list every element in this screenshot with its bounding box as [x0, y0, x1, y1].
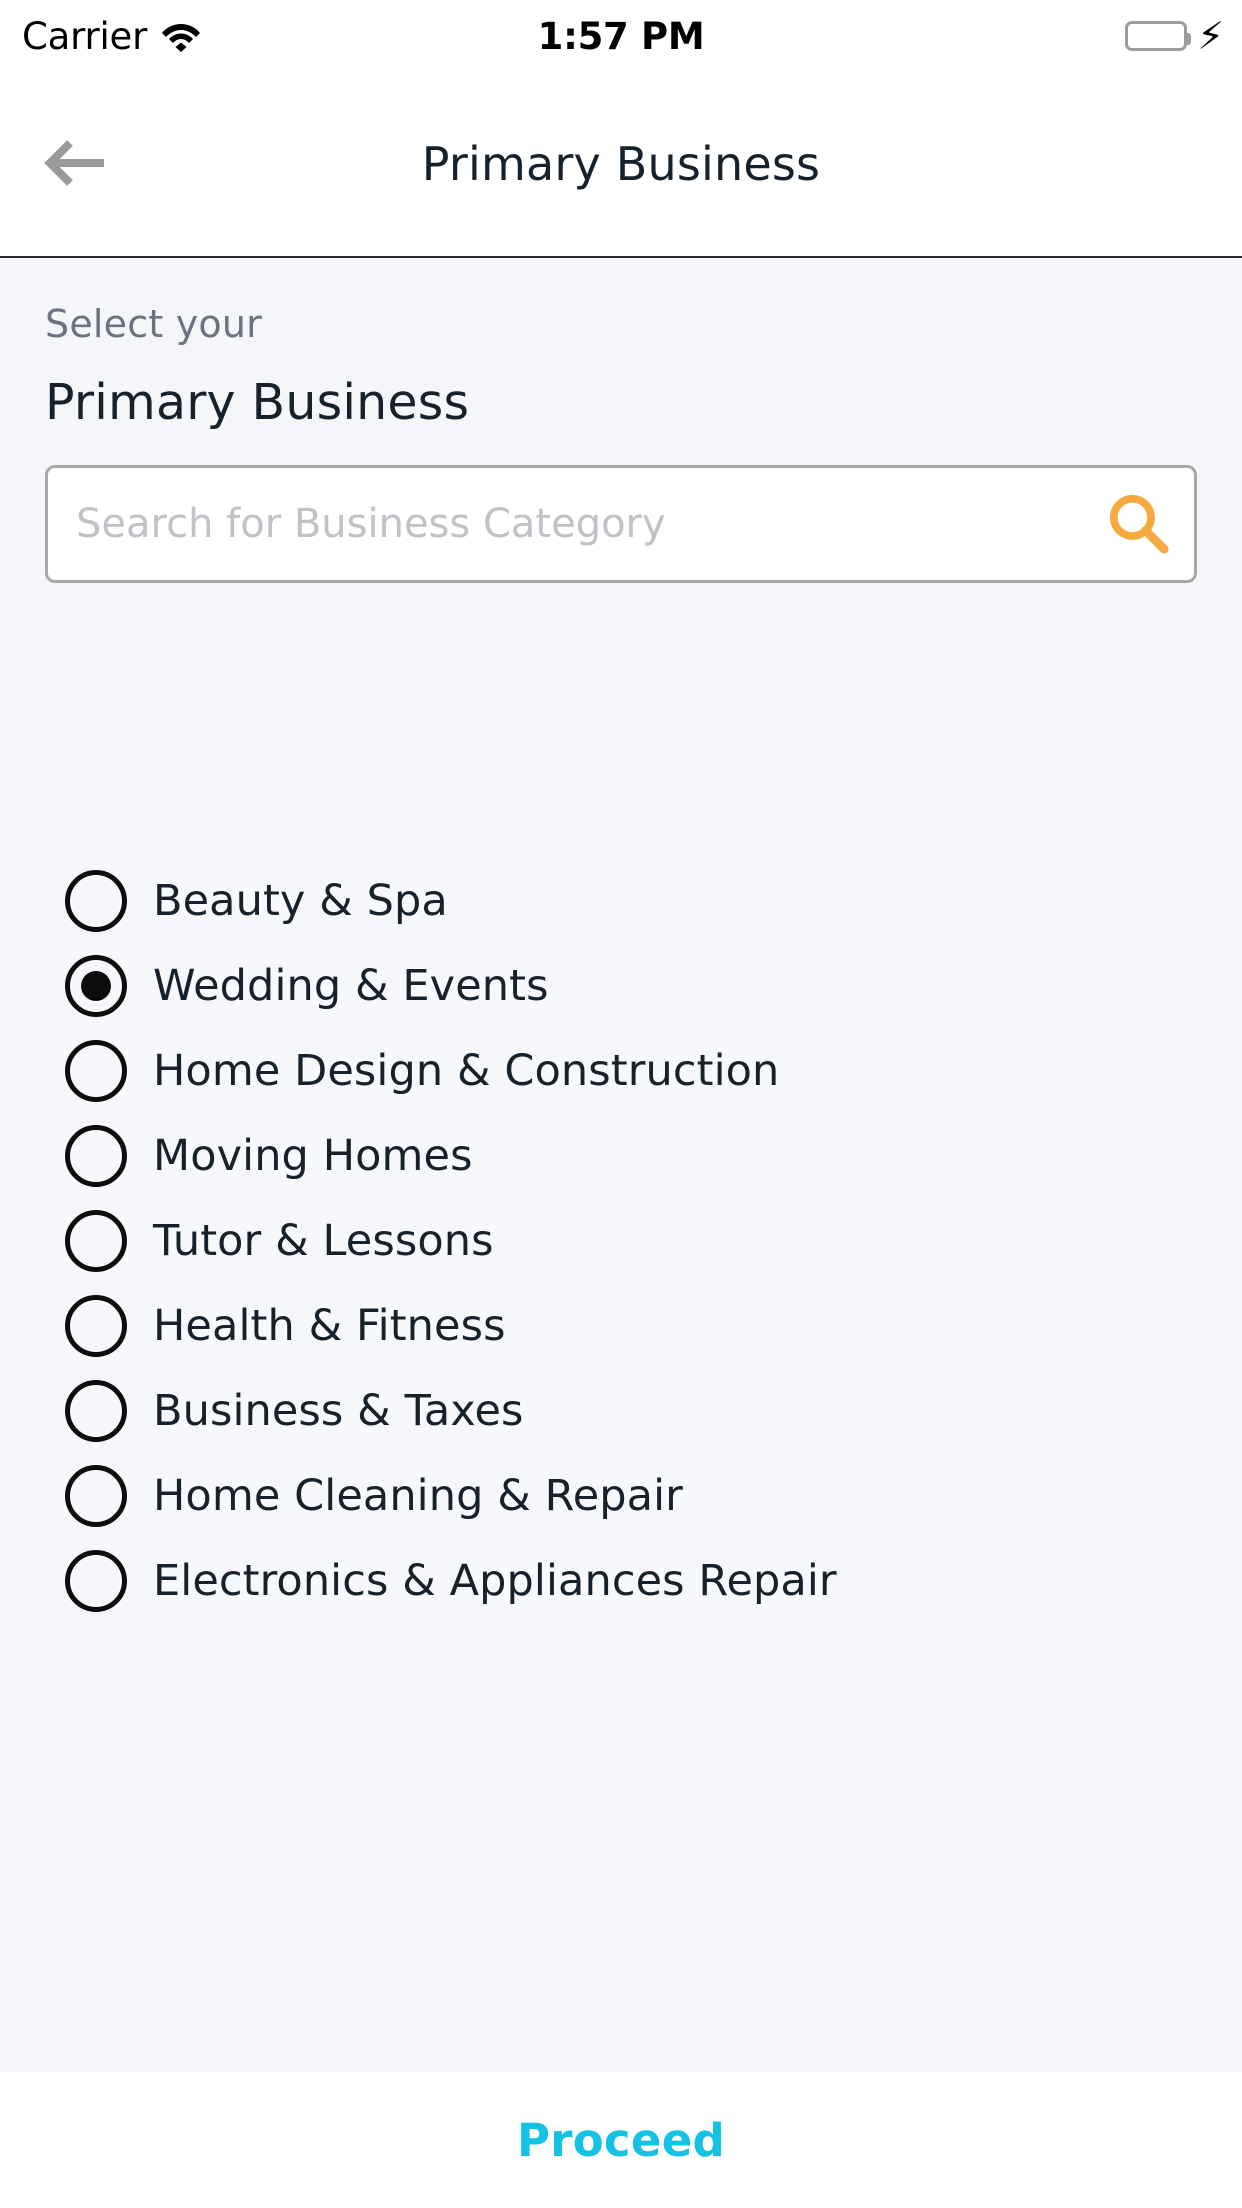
list-item-label: Tutor & Lessons: [153, 1215, 494, 1266]
nav-bar: Primary Business: [0, 72, 1242, 258]
content-area: Select your Primary Business Beauty & Sp…: [0, 258, 1242, 2072]
lightning-bolt-icon: ⚡: [1197, 14, 1224, 58]
header-headline: Primary Business: [45, 374, 470, 431]
radio-button[interactable]: [65, 1379, 127, 1442]
radio-dot: [81, 1311, 111, 1341]
radio-dot: [81, 886, 111, 916]
footer-bar: Proceed: [0, 2072, 1242, 2208]
list-item-label: Health & Fitness: [153, 1300, 506, 1351]
radio-button[interactable]: [65, 869, 127, 932]
radio-dot: [81, 1056, 111, 1086]
list-item-label: Home Cleaning & Repair: [153, 1470, 683, 1521]
radio-dot: [81, 1141, 111, 1171]
status-bar: Carrier 1:57 PM ⚡: [0, 0, 1242, 72]
search-input[interactable]: [48, 468, 1084, 580]
radio-dot: [81, 1481, 111, 1511]
radio-button[interactable]: [65, 1209, 127, 1272]
radio-button[interactable]: [65, 1124, 127, 1187]
battery-icon: [1125, 21, 1192, 51]
header-kicker: Select your: [45, 302, 262, 346]
list-item-label: Beauty & Spa: [153, 875, 448, 926]
list-item[interactable]: Health & Fitness: [45, 1283, 1242, 1368]
arrow-left-icon: [44, 131, 108, 198]
radio-button[interactable]: [65, 954, 127, 1017]
phone-screen: Carrier 1:57 PM ⚡ Primary Business Selec…: [0, 0, 1242, 2208]
radio-dot: [81, 1396, 111, 1426]
category-list-region[interactable]: Beauty & Spa Wedding & Events Home Desig…: [45, 836, 1242, 2072]
list-item[interactable]: Home Cleaning & Repair: [45, 1453, 1242, 1538]
status-bar-center: 1:57 PM: [0, 0, 1242, 72]
status-bar-right: ⚡: [1125, 0, 1224, 72]
search-icon[interactable]: [1084, 468, 1194, 580]
list-item-label: Electronics & Appliances Repair: [153, 1555, 837, 1606]
list-item[interactable]: Wedding & Events: [45, 943, 1242, 1028]
list-item[interactable]: Business & Taxes: [45, 1368, 1242, 1453]
search-field[interactable]: [45, 465, 1197, 583]
list-item[interactable]: Moving Homes: [45, 1113, 1242, 1198]
page-title: Primary Business: [421, 137, 821, 191]
list-item[interactable]: Electronics & Appliances Repair: [45, 1538, 1242, 1623]
back-button[interactable]: [30, 118, 122, 210]
radio-dot: [81, 1226, 111, 1256]
list-item[interactable]: Tutor & Lessons: [45, 1198, 1242, 1283]
header-block: Select your Primary Business: [0, 258, 1242, 431]
radio-dot: [81, 970, 111, 1001]
list-item[interactable]: Home Design & Construction: [45, 1028, 1242, 1113]
radio-button[interactable]: [65, 1464, 127, 1527]
radio-dot: [81, 1566, 111, 1596]
category-list: Beauty & Spa Wedding & Events Home Desig…: [45, 836, 1242, 1623]
list-item[interactable]: Beauty & Spa: [45, 858, 1242, 943]
list-item-label: Business & Taxes: [153, 1385, 524, 1436]
proceed-button[interactable]: Proceed: [477, 2104, 765, 2177]
radio-button[interactable]: [65, 1549, 127, 1612]
radio-button[interactable]: [65, 1039, 127, 1102]
radio-button[interactable]: [65, 1294, 127, 1357]
list-item-label: Wedding & Events: [153, 960, 549, 1011]
clock-label: 1:57 PM: [537, 14, 705, 58]
list-item-label: Home Design & Construction: [153, 1045, 780, 1096]
list-item-label: Moving Homes: [153, 1130, 473, 1181]
